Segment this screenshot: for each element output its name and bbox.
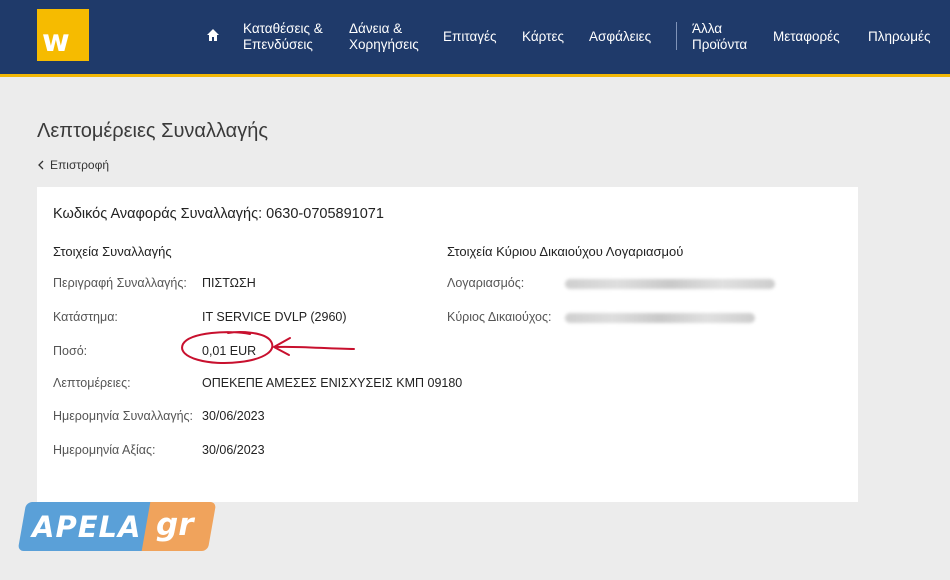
nav-label: Προϊόντα: [692, 37, 748, 52]
detail-label: Ποσό:: [53, 344, 88, 358]
nav-label: Επενδύσεις: [243, 37, 313, 52]
nav-loans[interactable]: Δάνεια & Χορηγήσεις: [349, 0, 419, 74]
account-owner-title: Στοιχεία Κύριου Δικαιούχου Λογαριασμού: [447, 244, 684, 259]
nav-other-products[interactable]: Άλλα Προϊόντα: [692, 0, 747, 74]
nav-cheques[interactable]: Επιταγές: [443, 0, 497, 74]
nav-cards[interactable]: Κάρτες: [522, 0, 564, 74]
nav-label: Πληρωμές: [868, 29, 931, 44]
top-header: w Καταθέσεις & Επενδύσεις Δάνεια & Χορηγήσ…: [0, 0, 950, 77]
nav-divider: [676, 22, 677, 50]
nav-transfers[interactable]: Μεταφορές: [773, 0, 840, 74]
nav-label: Κάρτες: [522, 29, 564, 44]
amount-value: 0,01 EUR: [202, 344, 257, 358]
detail-label: Ημερομηνία Συναλλαγής:: [53, 409, 194, 423]
detail-label: Περιγραφή Συναλλαγής:: [53, 276, 187, 290]
transaction-reference: Κωδικός Αναφοράς Συναλλαγής: 0630-070589…: [53, 206, 384, 222]
detail-value: IT SERVICE DVLP (2960): [202, 310, 347, 324]
nav-label: Καταθέσεις &: [243, 21, 323, 36]
nav-deposits[interactable]: Καταθέσεις & Επενδύσεις: [243, 0, 323, 74]
nav-label: Επιταγές: [443, 29, 497, 44]
back-link-label: Επιστροφή: [50, 158, 110, 172]
detail-label: Λεπτομέρειες:: [53, 376, 131, 390]
reference-value: 0630-0705891071: [266, 206, 384, 222]
owner-label: Λογαριασμός:: [447, 276, 525, 290]
main-nav: Καταθέσεις & Επενδύσεις Δάνεια & Χορηγήσει…: [0, 0, 950, 74]
transaction-details-title: Στοιχεία Συναλλαγής: [53, 244, 172, 259]
detail-value: 30/06/2023: [202, 443, 265, 457]
nav-payments[interactable]: Πληρωμές: [868, 0, 931, 74]
transaction-card: Κωδικός Αναφοράς Συναλλαγής: 0630-070589…: [37, 187, 858, 502]
nav-label: Χορηγήσεις: [349, 37, 419, 52]
nav-label: Ασφάλειες: [589, 29, 652, 44]
apela-watermark: APELA gr: [17, 502, 217, 551]
reference-label: Κωδικός Αναφοράς Συναλλαγής:: [53, 206, 263, 222]
nav-label: Μεταφορές: [773, 29, 840, 44]
owner-label: Κύριος Δικαιούχος:: [447, 310, 552, 324]
page-title: Λεπτομέρειες Συναλλαγής: [37, 120, 268, 142]
detail-value: ΟΠΕΚΕΠΕ ΑΜΕΣΕΣ ΕΝΙΣΧΥΣΕΙΣ ΚΜΠ 09180: [202, 376, 463, 390]
home-icon[interactable]: [206, 28, 220, 42]
back-link[interactable]: Επιστροφή: [38, 158, 109, 172]
watermark-suffix: gr: [156, 507, 194, 543]
detail-label: Ημερομηνία Αξίας:: [53, 443, 156, 457]
chevron-left-icon: [38, 160, 44, 170]
nav-label: Δάνεια &: [349, 21, 403, 36]
detail-value: ΠΙΣΤΩΣΗ: [202, 276, 256, 290]
detail-label: Κατάστημα:: [53, 310, 118, 324]
account-number-redacted: [565, 278, 775, 292]
account-holder-redacted: [565, 312, 755, 326]
watermark-text: APELA: [32, 510, 142, 544]
nav-label: Άλλα: [692, 21, 723, 36]
nav-insurance[interactable]: Ασφάλειες: [589, 0, 651, 74]
detail-value: 30/06/2023: [202, 409, 265, 423]
